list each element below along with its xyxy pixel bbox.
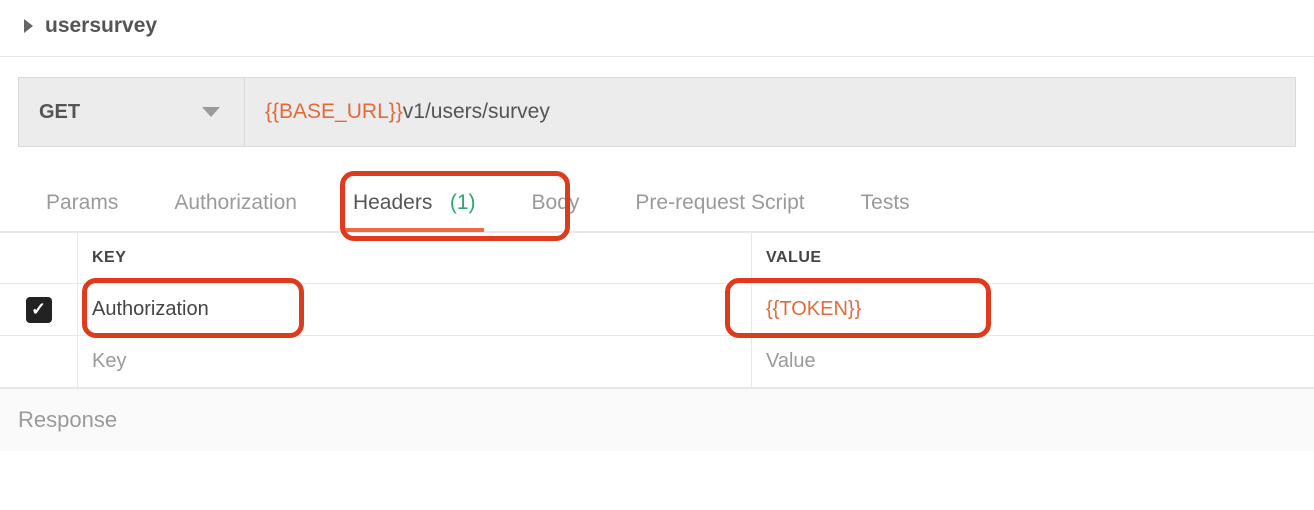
tab-headers[interactable]: Headers (1) (325, 181, 504, 231)
tab-params[interactable]: Params (18, 181, 146, 231)
grid-header-check (0, 233, 78, 283)
grid-header-row: KEY VALUE (0, 233, 1314, 284)
tab-authorization[interactable]: Authorization (146, 181, 325, 231)
header-key-value: Authorization (92, 298, 209, 320)
headers-grid: KEY VALUE ✓ Authorization {{TOKEN}} Key (0, 232, 1314, 388)
header-value-value: {{TOKEN}} (766, 298, 861, 320)
table-row-new: Key Value (0, 336, 1314, 388)
request-row: GET {{BASE_URL}}v1/users/survey (18, 77, 1296, 147)
response-section-label: Response (0, 388, 1314, 451)
url-path: v1/users/survey (403, 100, 550, 124)
chevron-down-icon (202, 107, 220, 117)
grid-header-value: VALUE (752, 233, 1314, 283)
new-key-placeholder: Key (92, 350, 126, 372)
check-icon: ✓ (26, 297, 52, 323)
active-tab-underline (345, 228, 484, 232)
row-enable-checkbox[interactable]: ✓ (0, 284, 78, 335)
new-header-key-input[interactable]: Key (78, 336, 752, 387)
request-tabs: Params Authorization Headers (1) Body Pr… (0, 181, 1314, 232)
http-method-value: GET (39, 101, 80, 124)
row-enable-checkbox-new[interactable] (0, 336, 78, 387)
new-value-placeholder: Value (766, 350, 816, 372)
request-title-bar[interactable]: usersurvey (0, 0, 1314, 57)
header-value-input[interactable]: {{TOKEN}} (752, 284, 1314, 335)
tab-headers-label: Headers (353, 191, 432, 214)
request-name: usersurvey (45, 14, 157, 38)
collapse-triangle-icon[interactable] (24, 19, 33, 33)
grid-header-key: KEY (78, 233, 752, 283)
request-url-input[interactable]: {{BASE_URL}}v1/users/survey (245, 78, 570, 146)
tab-body[interactable]: Body (504, 181, 608, 231)
header-key-input[interactable]: Authorization (78, 284, 752, 335)
tab-headers-count: (1) (450, 191, 476, 214)
table-row: ✓ Authorization {{TOKEN}} (0, 284, 1314, 336)
http-method-dropdown[interactable]: GET (19, 78, 245, 146)
url-variable: {{BASE_URL}} (265, 100, 403, 124)
new-header-value-input[interactable]: Value (752, 336, 1314, 387)
tab-prerequest[interactable]: Pre-request Script (607, 181, 832, 231)
tab-tests[interactable]: Tests (833, 181, 938, 231)
